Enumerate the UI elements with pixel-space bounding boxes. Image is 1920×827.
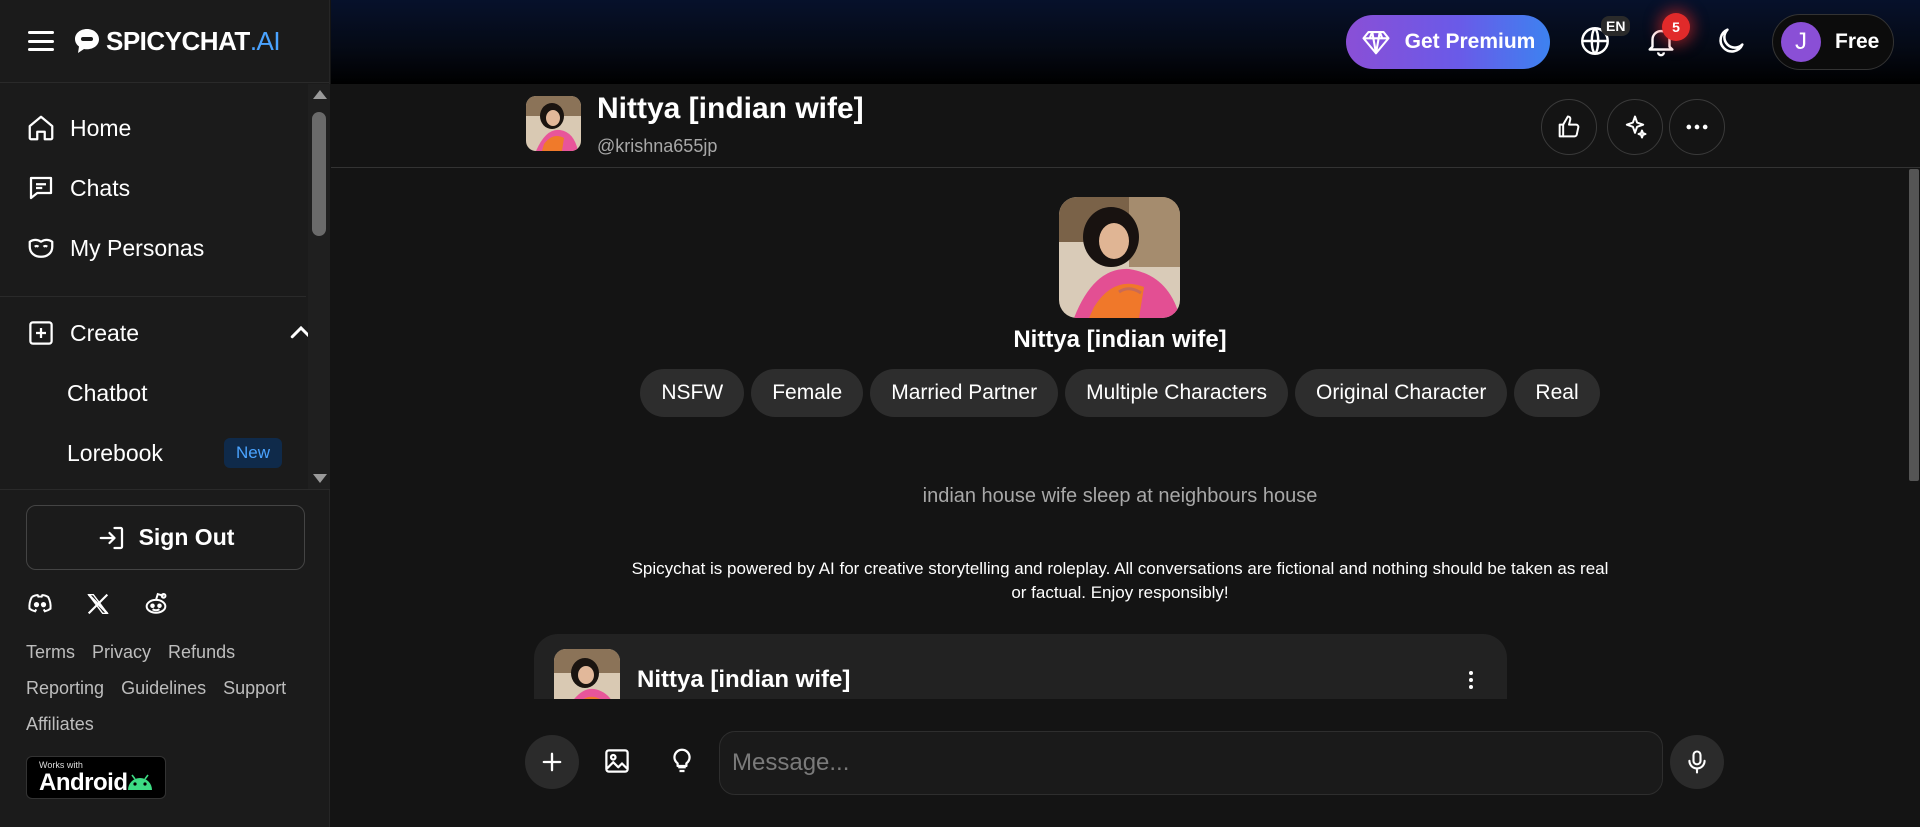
sidebar: SPICYCHAT.AI Home Chats My Personas Crea…: [0, 0, 330, 827]
link-refunds[interactable]: Refunds: [168, 634, 235, 670]
sidebar-divider: [0, 296, 306, 297]
android-icon: [128, 774, 152, 790]
new-badge: New: [223, 438, 282, 468]
sidebar-footer: Sign Out Terms Privacy Refunds Reporting…: [0, 489, 330, 799]
more-options-button[interactable]: [1669, 99, 1725, 155]
lightbulb-icon[interactable]: [667, 746, 697, 776]
like-button[interactable]: [1541, 99, 1597, 155]
reddit-icon[interactable]: [142, 590, 170, 618]
social-links: [26, 590, 304, 618]
footer-links: Terms Privacy Refunds Reporting Guidelin…: [26, 634, 316, 742]
get-premium-button[interactable]: Get Premium: [1346, 15, 1550, 69]
tag-chip[interactable]: Female: [751, 369, 864, 417]
thumbs-up-icon: [1558, 115, 1580, 138]
scroll-up-arrow-icon[interactable]: [313, 90, 327, 99]
sidebar-item-label: Chatbot: [67, 379, 148, 406]
sidebar-item-my-personas[interactable]: My Personas: [0, 218, 330, 278]
tag-chip[interactable]: Real: [1514, 369, 1600, 417]
message-input[interactable]: [719, 731, 1663, 795]
link-support[interactable]: Support: [223, 670, 286, 706]
link-guidelines[interactable]: Guidelines: [121, 670, 206, 706]
logo-text[interactable]: SPICYCHAT.AI: [106, 26, 281, 57]
tag-chip[interactable]: Original Character: [1295, 369, 1508, 417]
character-description: indian house wife sleep at neighbours ho…: [922, 485, 1318, 507]
sign-out-label: Sign Out: [138, 524, 235, 550]
sparkle-icon: [1625, 115, 1647, 139]
sidebar-item-label: Lorebook: [67, 439, 163, 466]
link-privacy[interactable]: Privacy: [92, 634, 151, 670]
sidebar-scrollbar[interactable]: [308, 84, 330, 489]
home-icon: [28, 115, 54, 141]
sparkle-button[interactable]: [1607, 99, 1663, 155]
chat-character-name[interactable]: Nittya [indian wife]: [597, 92, 864, 126]
tag-list: NSFW Female Married Partner Multiple Cha…: [331, 369, 1909, 417]
plus-square-icon: [29, 321, 53, 345]
chat-header: Nittya [indian wife] @krishna655jp: [331, 84, 1920, 168]
sidebar-item-chatbot[interactable]: Chatbot: [0, 363, 330, 423]
ai-disclaimer: Spicychat is powered by AI for creative …: [631, 559, 1609, 602]
android-badge[interactable]: Works with Android: [26, 756, 166, 799]
message-card: Nittya [indian wife]: [534, 634, 1507, 699]
message-avatar-image: [554, 649, 620, 699]
more-vertical-icon[interactable]: [1459, 668, 1483, 692]
sidebar-item-chats[interactable]: Chats: [0, 158, 330, 218]
more-horizontal-icon: [1686, 124, 1708, 130]
sidebar-item-label: Create: [70, 319, 140, 346]
diamond-icon: [1362, 30, 1390, 55]
moon-icon[interactable]: [1714, 24, 1748, 58]
microphone-icon: [1688, 750, 1706, 774]
sidebar-item-home[interactable]: Home: [0, 98, 330, 158]
link-reporting[interactable]: Reporting: [26, 670, 104, 706]
character-profile-image[interactable]: [1059, 197, 1180, 318]
tag-chip[interactable]: Multiple Characters: [1065, 369, 1289, 417]
sidebar-item-label: Chats: [70, 174, 131, 201]
scroll-thumb[interactable]: [312, 112, 326, 236]
character-avatar[interactable]: [526, 96, 581, 151]
scroll-down-arrow-icon[interactable]: [313, 474, 327, 483]
language-badge[interactable]: EN: [1601, 16, 1631, 36]
profile-character-name: Nittya [indian wife]: [1013, 326, 1227, 353]
chat-character-handle[interactable]: @krishna655jp: [597, 136, 717, 157]
discord-icon[interactable]: [26, 590, 54, 618]
mask-icon: [28, 238, 54, 258]
link-affiliates[interactable]: Affiliates: [26, 706, 94, 742]
plan-label: Free: [1835, 30, 1880, 53]
sidebar-item-label: Home: [70, 114, 132, 141]
user-menu-button[interactable]: J Free: [1772, 14, 1894, 70]
message-avatar[interactable]: [554, 649, 620, 699]
message-composer: [331, 699, 1920, 827]
message-sender-name: Nittya [indian wife]: [637, 666, 851, 693]
menu-icon[interactable]: [28, 31, 54, 51]
content-scroll-thumb[interactable]: [1909, 169, 1919, 481]
chat-icon: [29, 176, 53, 200]
character-profile-picture: [1059, 197, 1180, 318]
plus-icon: [542, 752, 562, 772]
tag-chip[interactable]: Married Partner: [870, 369, 1059, 417]
sign-out-icon: [99, 526, 123, 549]
tag-chip[interactable]: NSFW: [640, 369, 745, 417]
top-bar: Get Premium EN 5 J Free: [331, 0, 1920, 84]
x-icon[interactable]: [84, 590, 112, 618]
sidebar-item-create[interactable]: Create: [0, 303, 330, 363]
voice-input-button[interactable]: [1670, 735, 1724, 789]
sidebar-item-label: My Personas: [70, 234, 205, 261]
sign-out-button[interactable]: Sign Out: [26, 505, 305, 570]
sidebar-item-lorebook[interactable]: Lorebook New: [0, 423, 330, 483]
chat-content: Nittya [indian wife] NSFW Female Married…: [331, 169, 1920, 699]
character-avatar-image: [526, 96, 581, 151]
get-premium-label: Get Premium: [1404, 30, 1536, 53]
image-icon[interactable]: [602, 746, 632, 776]
logo-icon: [75, 29, 99, 53]
link-terms[interactable]: Terms: [26, 634, 75, 670]
notification-count-badge: 5: [1662, 13, 1690, 41]
android-badge-big-text: Android: [39, 769, 128, 796]
brand-bar: SPICYCHAT.AI: [0, 0, 329, 83]
sidebar-nav: Home Chats My Personas Create Chatbot Lo…: [0, 84, 330, 489]
avatar: J: [1781, 22, 1821, 62]
add-attachment-button[interactable]: [525, 735, 579, 789]
